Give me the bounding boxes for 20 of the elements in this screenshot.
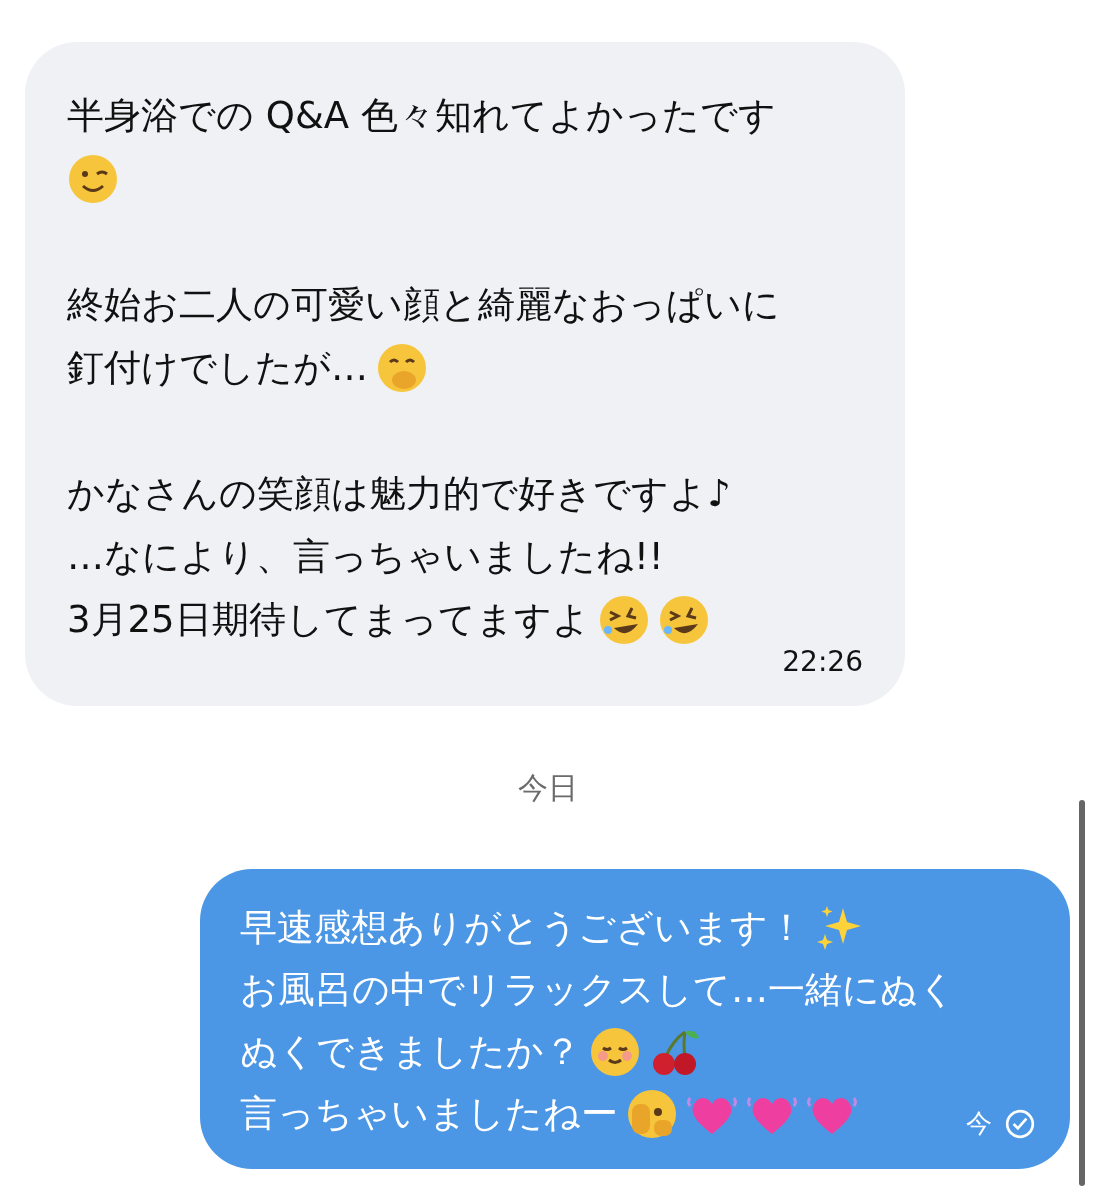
message-text: 釘付けでしたが… xyxy=(67,344,368,391)
message-text: 半身浴での Q&A 色々知れてよかったです xyxy=(67,92,776,139)
timestamp: 今 xyxy=(966,1107,992,1140)
peeking-face-icon xyxy=(626,1088,678,1140)
face-covering-mouth-icon xyxy=(376,341,428,394)
date-separator: 今日 xyxy=(517,769,579,807)
smiling-face-icon xyxy=(589,1026,641,1078)
message-text: 終始お二人の可愛い顔と綺麗なおっぱいに xyxy=(67,281,780,328)
timestamp: 22:26 xyxy=(782,645,863,678)
laughing-face-icon xyxy=(657,593,710,646)
message-text: お風呂の中でリラックスして…一緒にぬく xyxy=(240,967,956,1013)
message-text: 早速感想ありがとうございます！ xyxy=(240,905,805,951)
message-text: 3月25日期待してまってますよ xyxy=(67,596,590,643)
message-text: 言っちゃいましたねー xyxy=(240,1091,618,1137)
winking-face-icon xyxy=(67,152,119,205)
laughing-face-icon xyxy=(597,593,650,646)
message-text: かなさんの笑顔は魅力的で好きですよ♪ xyxy=(67,470,731,517)
message-text: ぬくできましたか？ xyxy=(240,1029,581,1075)
scrollbar[interactable] xyxy=(1079,800,1085,1186)
message-text: …なにより、言っちゃいましたね!! xyxy=(67,533,664,580)
